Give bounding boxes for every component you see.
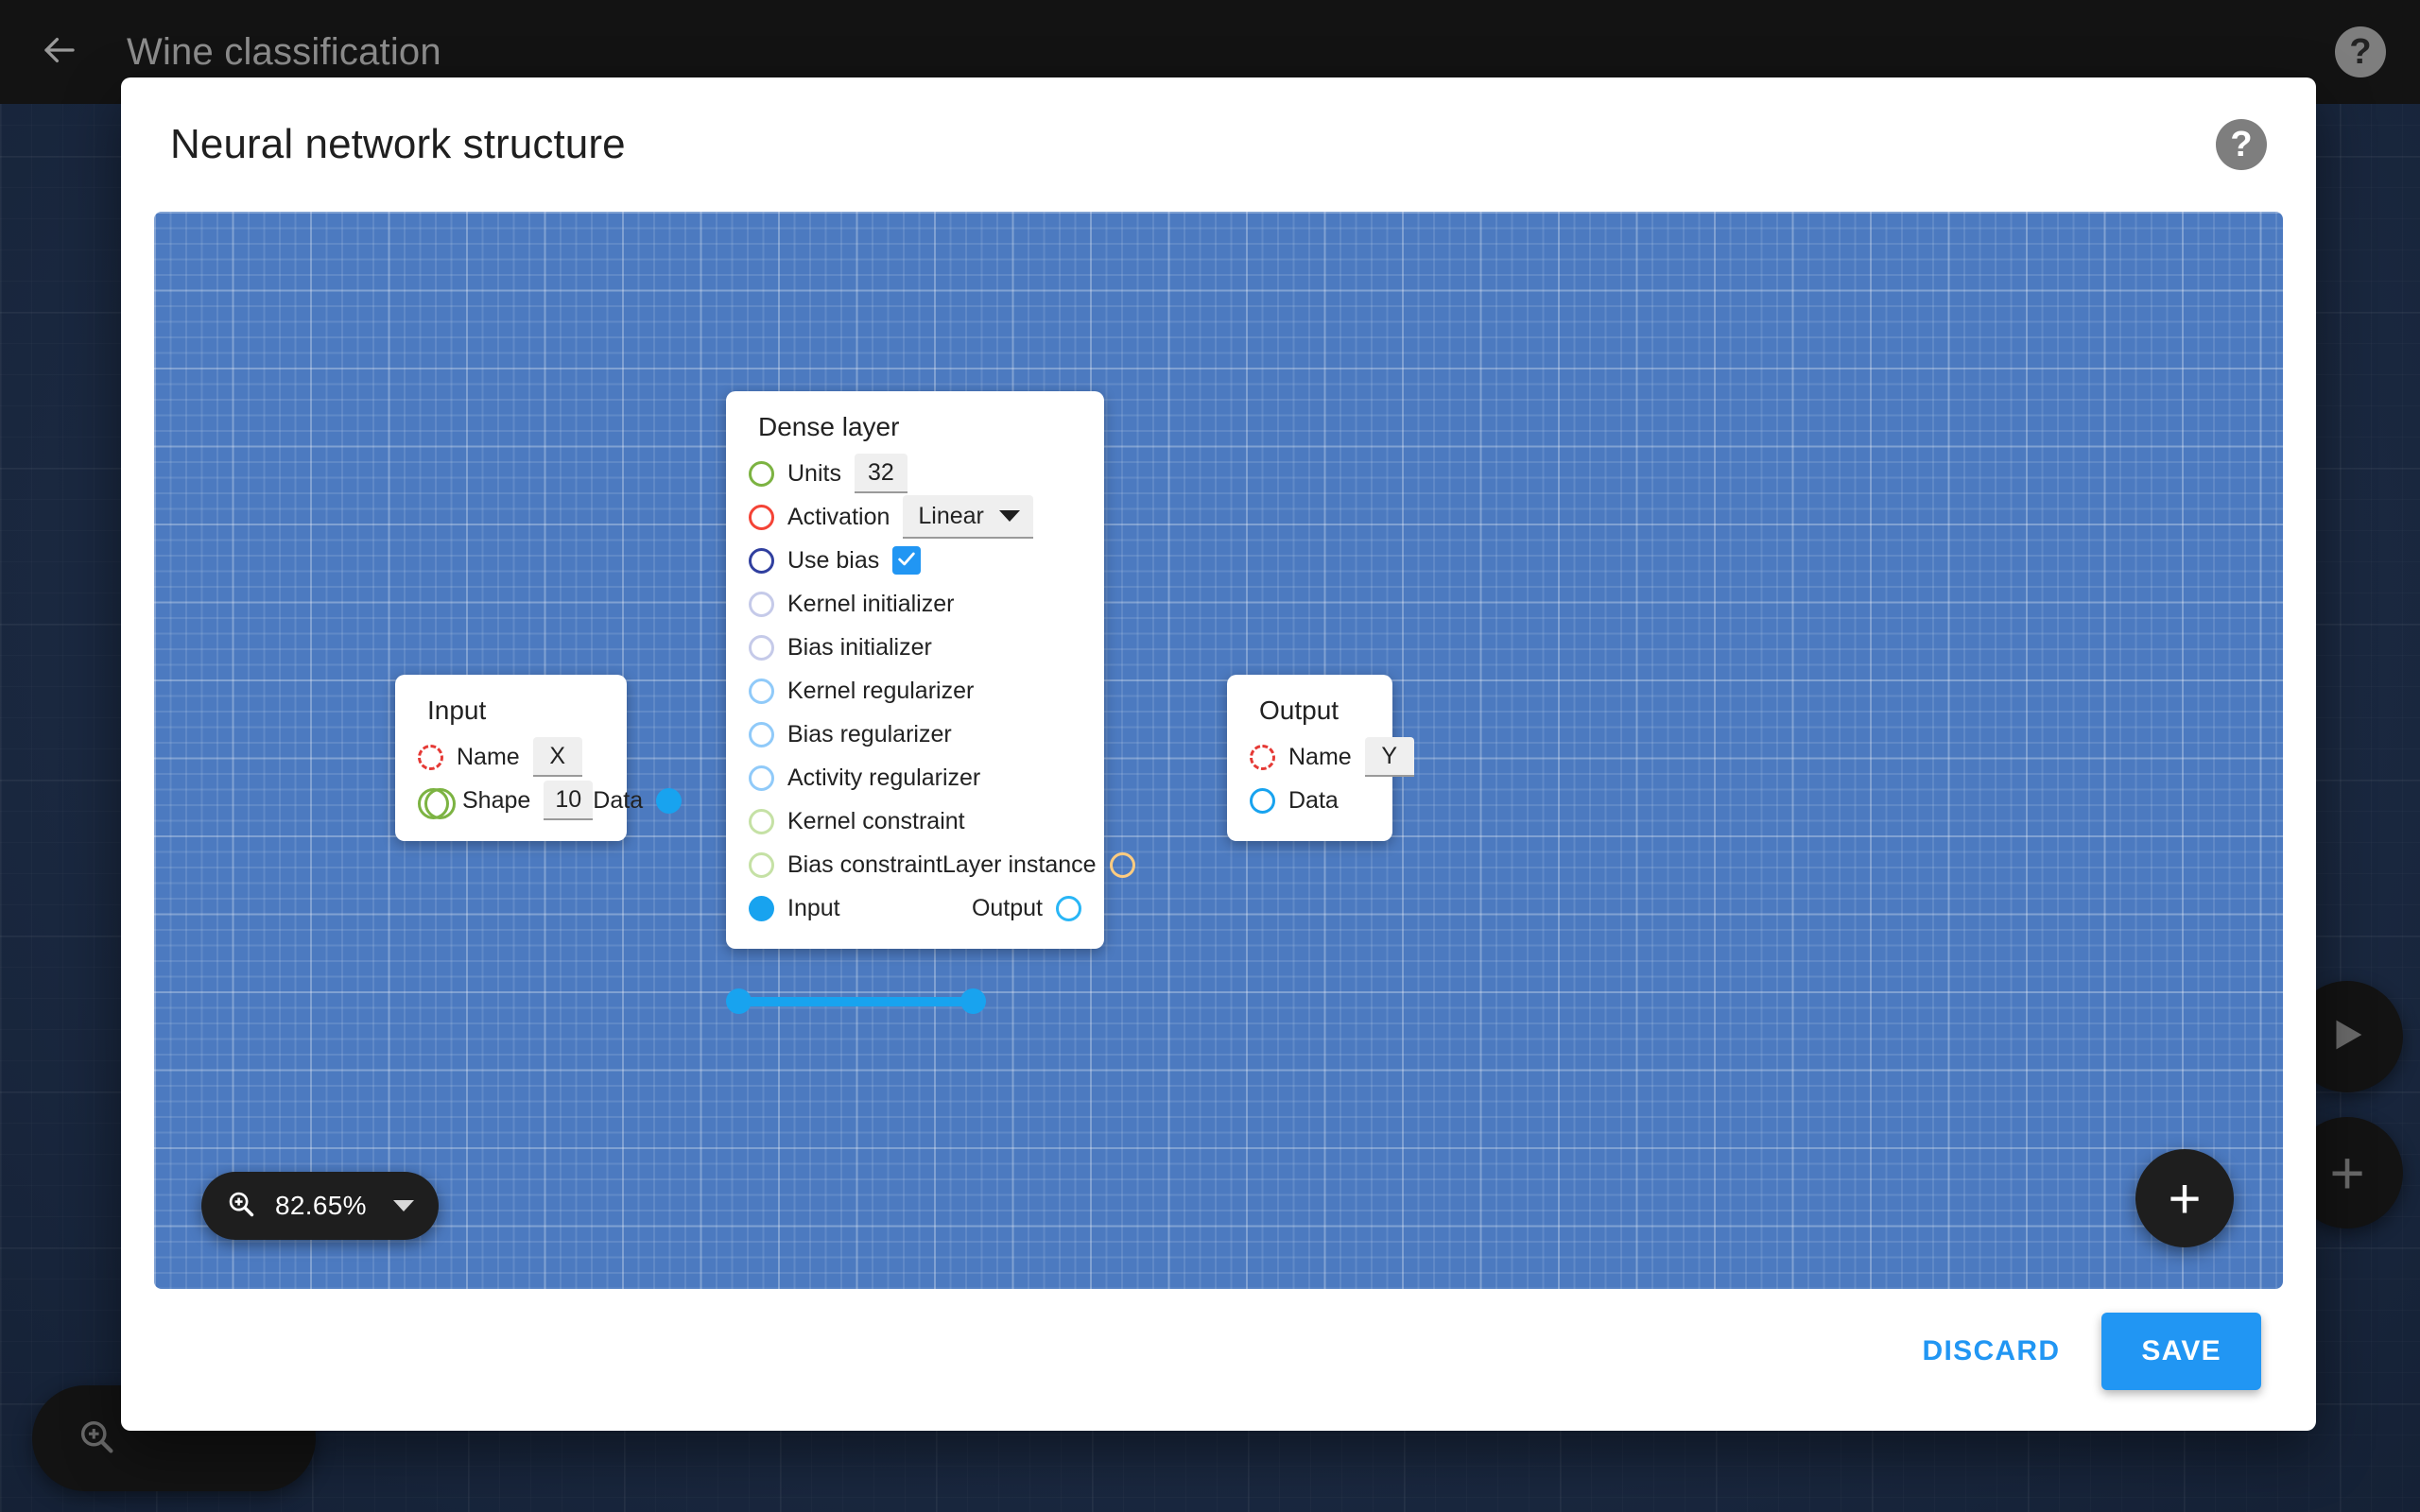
use-bias-checkbox[interactable] [892, 546, 922, 575]
help-icon: ? [2335, 26, 2386, 77]
activation-value: Linear [918, 502, 984, 529]
help-button[interactable]: ? [2335, 26, 2386, 77]
node-row-input-output[interactable]: Input Output [726, 886, 1104, 930]
port-use-bias[interactable] [749, 547, 774, 574]
edge-endpoint-source[interactable] [726, 988, 752, 1014]
row-label: Use bias [787, 546, 880, 574]
canvas-zoom-control[interactable]: 82.65% [201, 1172, 439, 1240]
row-label: Activity regularizer [787, 764, 981, 791]
node-title: Input [427, 696, 487, 725]
row-label-layer-instance: Layer instance [942, 850, 1097, 878]
node-title: Dense layer [758, 412, 900, 441]
port-name[interactable] [1250, 744, 1275, 770]
zoom-in-icon [226, 1189, 256, 1224]
port-data-out[interactable] [656, 787, 683, 814]
add-node-button[interactable]: + [2135, 1149, 2234, 1247]
node-row-bias-regularizer[interactable]: Bias regularizer [726, 713, 1104, 756]
shape-field[interactable]: 10 [544, 781, 594, 820]
row-label: Kernel regularizer [787, 677, 975, 704]
port-layer-instance[interactable] [1109, 851, 1135, 878]
plus-icon: + [2329, 1138, 2365, 1207]
zoom-level-value: 82.65% [275, 1191, 367, 1220]
port-bias-initializer[interactable] [749, 634, 774, 661]
node-row-activation[interactable]: Activation Linear [726, 495, 1104, 539]
port-units[interactable] [749, 460, 774, 487]
dialog-header: Neural network structure ? [121, 77, 2316, 212]
dialog-help-button[interactable]: ? [2216, 119, 2267, 170]
row-label-data: Data [593, 786, 644, 814]
port-data-in[interactable] [1250, 787, 1275, 814]
node-title: Output [1259, 696, 1340, 725]
row-label: Kernel constraint [787, 807, 965, 834]
node-output[interactable]: Output Name Y Data [1227, 675, 1414, 841]
check-icon [896, 548, 917, 574]
play-icon [2325, 1013, 2369, 1061]
neural-network-structure-dialog: Neural network structure ? Input Name X [121, 77, 2316, 1431]
row-label: Activation [787, 503, 890, 530]
port-activation[interactable] [749, 504, 774, 530]
row-label: Input [787, 894, 840, 921]
name-field[interactable]: Y [1364, 737, 1414, 777]
activation-select[interactable]: Linear [903, 495, 1033, 539]
node-row-name[interactable]: Name Y [1227, 735, 1414, 779]
node-row-data[interactable]: Data [1227, 779, 1392, 822]
row-label: Name [1288, 743, 1352, 770]
node-dense-layer[interactable]: Dense layer Units 32 Activation Linear U… [726, 391, 1135, 949]
plus-icon: + [2168, 1166, 2202, 1230]
node-row-use-bias[interactable]: Use bias [726, 539, 1104, 582]
node-row-name[interactable]: Name X [395, 735, 627, 779]
port-output[interactable] [1056, 895, 1081, 921]
port-kernel-regularizer[interactable] [749, 678, 774, 704]
port-bias-constraint[interactable] [749, 851, 774, 878]
units-field[interactable]: 32 [854, 454, 908, 493]
node-row-kernel-initializer[interactable]: Kernel initializer [726, 582, 1104, 626]
node-input[interactable]: Input Name X Shape 10 Data [395, 675, 683, 841]
row-label: Bias regularizer [787, 720, 952, 747]
zoom-in-icon [76, 1416, 117, 1462]
graph-canvas[interactable]: Input Name X Shape 10 Data Dense layer U… [154, 212, 2283, 1289]
page-title: Wine classification [127, 30, 441, 73]
node-row-bias-constraint[interactable]: Bias constraint Layer instance [726, 843, 1135, 886]
edge-input-to-dense[interactable] [745, 997, 968, 1006]
node-row-kernel-constraint[interactable]: Kernel constraint [726, 799, 1104, 843]
row-label: Bias initializer [787, 633, 932, 661]
row-label: Kernel initializer [787, 590, 955, 617]
edge-endpoint-target[interactable] [960, 988, 986, 1014]
node-row-activity-regularizer[interactable]: Activity regularizer [726, 756, 1104, 799]
row-label: Units [787, 459, 841, 487]
help-icon: ? [2216, 119, 2267, 170]
row-label: Name [457, 743, 520, 770]
graph-canvas-container: Input Name X Shape 10 Data Dense layer U… [154, 212, 2283, 1289]
port-input[interactable] [749, 895, 774, 921]
port-name[interactable] [418, 744, 443, 770]
port-shape[interactable] [418, 787, 456, 819]
discard-button[interactable]: DISCARD [1894, 1314, 2089, 1388]
row-label: Bias constraint [787, 850, 942, 878]
arrow-left-icon [40, 30, 79, 75]
name-field[interactable]: X [532, 737, 582, 777]
save-button[interactable]: SAVE [2101, 1313, 2261, 1390]
row-label-output: Output [971, 894, 1043, 921]
port-kernel-constraint[interactable] [749, 808, 774, 834]
dialog-title: Neural network structure [170, 121, 626, 167]
node-row-bias-initializer[interactable]: Bias initializer [726, 626, 1104, 669]
node-row-kernel-regularizer[interactable]: Kernel regularizer [726, 669, 1104, 713]
port-activity-regularizer[interactable] [749, 765, 774, 791]
node-row-shape[interactable]: Shape 10 Data [395, 779, 683, 822]
node-row-units[interactable]: Units 32 [726, 452, 1104, 495]
dialog-footer: DISCARD SAVE [121, 1289, 2316, 1431]
chevron-down-icon [998, 510, 1020, 522]
port-bias-regularizer[interactable] [749, 721, 774, 747]
row-label: Shape [462, 786, 531, 814]
port-kernel-initializer[interactable] [749, 591, 774, 617]
back-button[interactable] [25, 17, 95, 87]
row-label: Data [1288, 786, 1339, 814]
chevron-down-icon[interactable] [392, 1200, 414, 1211]
